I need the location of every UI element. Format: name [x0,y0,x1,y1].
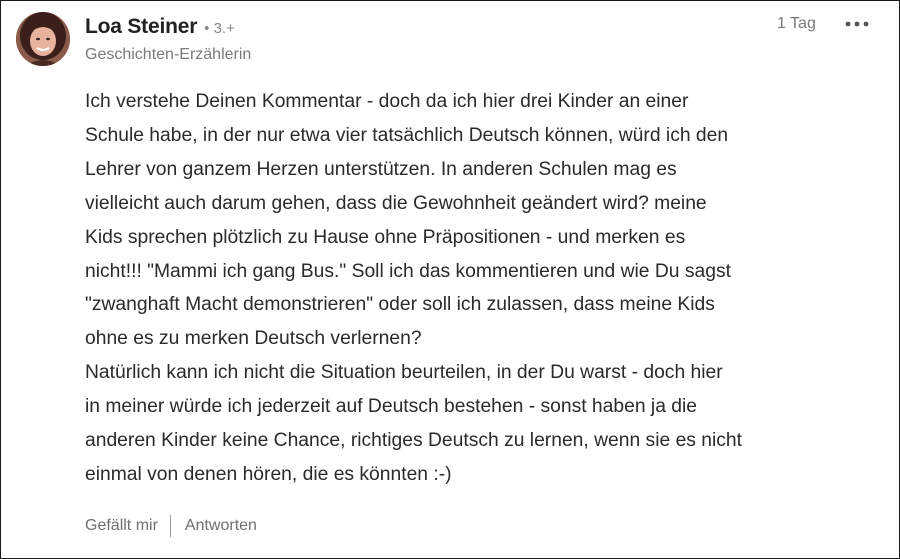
like-button[interactable]: Gefällt mir [85,517,158,535]
comment-card: Loa Steiner • 3.+ Geschichten-Erzählerin… [0,0,900,559]
reply-button[interactable]: Antworten [185,517,257,535]
profile-photo-icon [16,12,70,66]
comment-timestamp: 1 Tag [777,15,816,32]
author-name[interactable]: Loa Steiner [85,15,197,39]
more-horizontal-icon[interactable] [844,17,870,29]
action-divider [169,515,171,537]
author-line: Loa Steiner • 3.+ [85,15,235,39]
author-headline: Geschichten-Erzählerin [85,46,252,63]
comment-paragraph-1: Ich verstehe Deinen Kommentar - doch da … [85,91,731,350]
connection-degree: • 3.+ [204,20,235,37]
author-avatar[interactable] [16,12,70,66]
comment-body: Ich verstehe Deinen Kommentar - doch da … [85,85,887,492]
comment-paragraph-2: Natürlich kann ich nicht die Situation b… [85,362,743,485]
comment-actions: Gefällt mir Antworten [85,515,257,537]
